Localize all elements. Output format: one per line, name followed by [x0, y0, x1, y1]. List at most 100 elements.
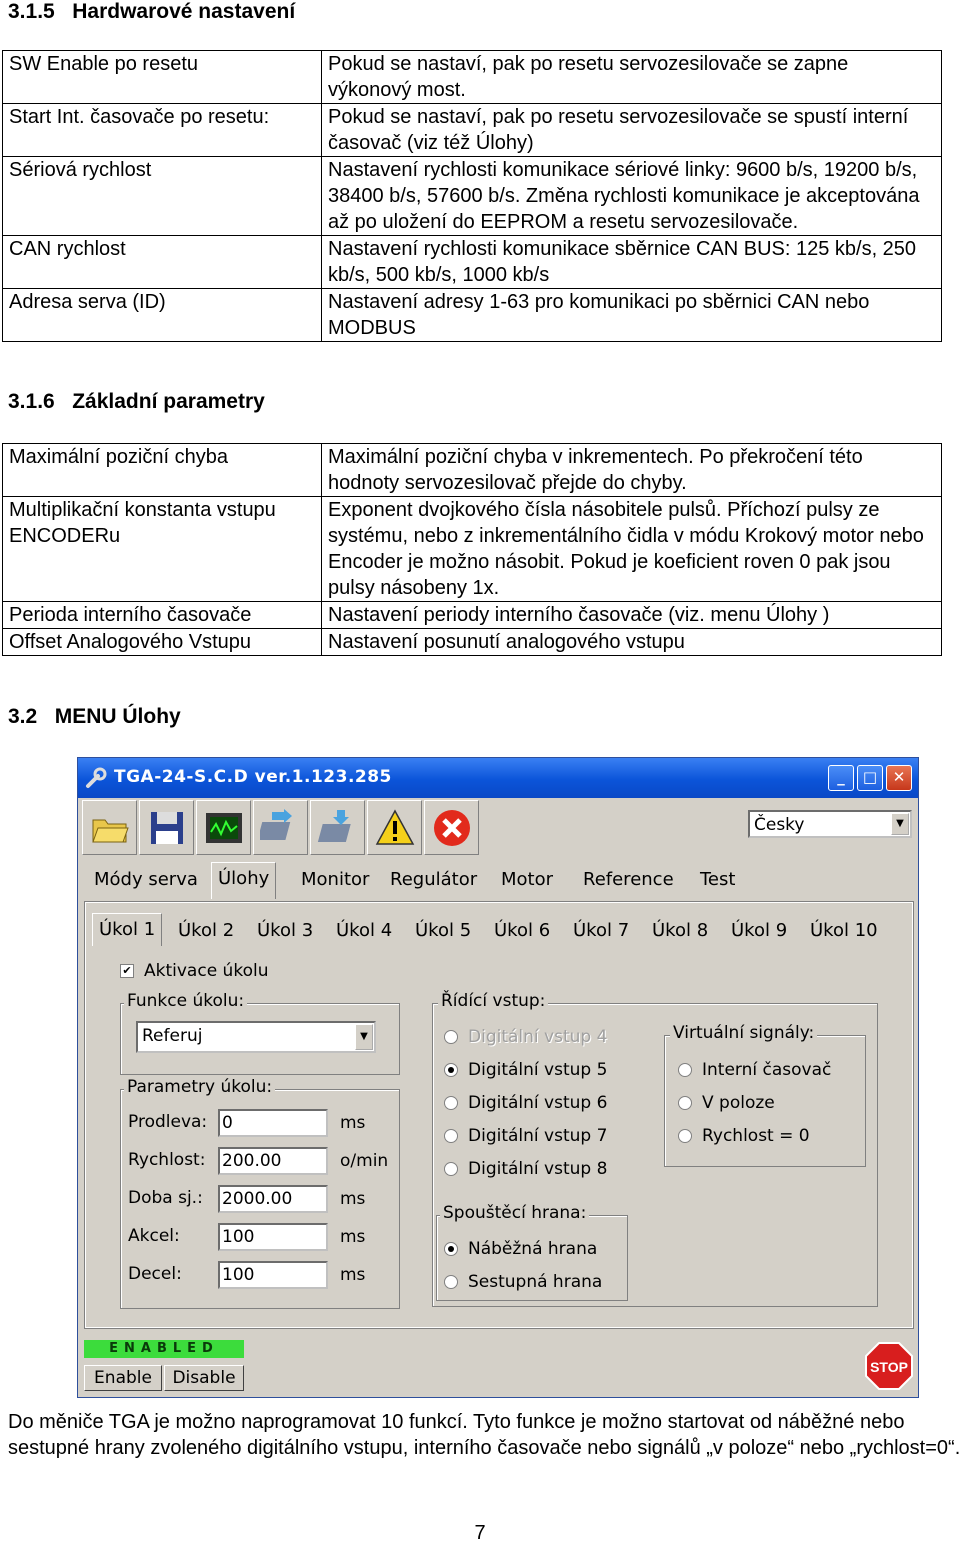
tab-ukol-8[interactable]: Úkol 8 — [646, 915, 714, 947]
param-name: Adresa serva (ID) — [2, 288, 322, 342]
param-desc: Maximální poziční chyba v inkrementech. … — [321, 443, 942, 497]
radio-label: Náběžná hrana — [468, 1239, 598, 1259]
enabled-status: ENABLED — [84, 1340, 244, 1358]
stop-button[interactable]: STOP — [864, 1341, 914, 1391]
param-label: Decel: — [128, 1264, 182, 1284]
param-label: Doba sj.: — [128, 1188, 203, 1208]
page-number: 7 — [474, 1522, 486, 1544]
duration-input[interactable]: 2000.00 — [218, 1185, 328, 1213]
radio-digital-input-7[interactable]: Digitální vstup 7 — [444, 1126, 607, 1146]
table-row: Adresa serva (ID) Nastavení adresy 1-63 p… — [2, 288, 942, 342]
activate-task-checkbox[interactable]: ✔ Aktivace úkolu — [120, 961, 268, 981]
tab-ukol-1[interactable]: Úkol 1 — [92, 913, 163, 946]
radio-internal-timer[interactable]: Interní časovač — [678, 1060, 831, 1080]
wrench-icon — [86, 767, 107, 788]
read-device-button[interactable] — [253, 800, 308, 855]
table-row: SW Enable po resetu Pokud se nastaví, pak… — [2, 50, 942, 104]
disable-button[interactable]: Disable — [164, 1365, 244, 1391]
tab-ukol-6[interactable]: Úkol 6 — [488, 915, 556, 947]
radio-selected-icon — [444, 1242, 458, 1256]
close-button[interactable]: ✕ — [886, 765, 912, 791]
param-name: Offset Analogového Vstupu — [2, 628, 322, 656]
save-button[interactable] — [139, 800, 194, 855]
task-function-select[interactable]: Referuj ▼ — [136, 1021, 376, 1053]
task-panel: Úkol 1 Úkol 2 Úkol 3 Úkol 4 Úkol 5 Úkol … — [84, 901, 914, 1329]
activate-label: Aktivace úkolu — [144, 961, 269, 981]
radio-label: Digitální vstup 5 — [468, 1060, 608, 1080]
floppy-disk-icon — [150, 811, 183, 844]
tab-monitor[interactable]: Monitor — [295, 864, 375, 896]
error-button[interactable] — [424, 800, 479, 855]
tab-ukol-3[interactable]: Úkol 3 — [251, 915, 319, 947]
warning-button[interactable] — [367, 800, 422, 855]
radio-rising-edge[interactable]: Náběžná hrana — [444, 1239, 597, 1259]
tab-mody-serva[interactable]: Módy serva — [88, 864, 204, 896]
param-name: Sériová rychlost — [2, 156, 322, 236]
enable-button[interactable]: Enable — [84, 1365, 162, 1391]
hardware-settings-table: SW Enable po resetu Pokud se nastaví, pak… — [2, 50, 942, 342]
minimize-button[interactable]: _ — [828, 765, 854, 791]
section-title: Hardwarové nastavení — [72, 0, 296, 23]
tab-regulator[interactable]: Regulátor — [384, 864, 483, 896]
section-heading-32: 3.2 MENU Úlohy — [8, 705, 181, 729]
chip-arrow-icon — [317, 809, 351, 842]
param-unit: ms — [340, 1189, 366, 1209]
basic-params-table: Maximální poziční chyba Maximální poziční… — [2, 443, 942, 656]
write-device-button[interactable] — [310, 800, 365, 855]
delay-input[interactable]: 0 — [218, 1109, 328, 1137]
decel-input[interactable]: 100 — [218, 1261, 328, 1289]
tab-ukol-4[interactable]: Úkol 4 — [330, 915, 398, 947]
tab-motor[interactable]: Motor — [495, 864, 559, 896]
section-number: 3.1.5 — [8, 0, 55, 23]
tab-reference[interactable]: Reference — [577, 864, 680, 896]
radio-icon — [444, 1162, 458, 1176]
accel-input[interactable]: 100 — [218, 1223, 328, 1251]
section-number: 3.2 — [8, 705, 38, 728]
radio-label: Rychlost = 0 — [702, 1126, 810, 1146]
scope-button[interactable] — [196, 800, 251, 855]
radio-label: V poloze — [702, 1093, 775, 1113]
radio-digital-input-4: Digitální vstup 4 — [444, 1027, 607, 1047]
task-function-label: Funkce úkolu: — [124, 991, 248, 1011]
description-paragraph: Do měniče TGA je možno naprogramovat 10 … — [8, 1411, 960, 1459]
warning-icon — [375, 808, 414, 845]
radio-icon — [444, 1275, 458, 1289]
tab-test[interactable]: Test — [694, 864, 741, 896]
open-folder-button[interactable] — [82, 800, 137, 855]
param-desc: Nastavení periody interního časovače (vi… — [321, 601, 942, 629]
control-input-label: Řídící vstup: — [438, 991, 549, 1011]
radio-icon — [678, 1129, 692, 1143]
chip-arrow-icon — [259, 808, 292, 840]
radio-icon — [444, 1030, 458, 1044]
param-desc: Nastavení rychlosti komunikace sériové l… — [321, 156, 942, 236]
speed-input[interactable]: 200.00 — [218, 1147, 328, 1175]
radio-digital-input-5[interactable]: Digitální vstup 5 — [444, 1060, 607, 1080]
table-row: Start Int. časovače po resetu: Pokud se n… — [2, 103, 942, 157]
maximize-button[interactable]: □ — [857, 765, 883, 791]
tab-ukol-7[interactable]: Úkol 7 — [567, 915, 635, 947]
tab-ukol-2[interactable]: Úkol 2 — [172, 915, 240, 947]
radio-label: Digitální vstup 8 — [468, 1159, 608, 1179]
language-select[interactable]: Česky ▼ — [748, 810, 912, 838]
table-row: CAN rychlost Nastavení rychlosti komunika… — [2, 235, 942, 289]
tab-ukol-9[interactable]: Úkol 9 — [725, 915, 793, 947]
radio-digital-input-8[interactable]: Digitální vstup 8 — [444, 1159, 607, 1179]
param-unit: ms — [340, 1227, 366, 1247]
table-row: Sériová rychlost Nastavení rychlosti komu… — [2, 156, 942, 236]
radio-in-position[interactable]: V poloze — [678, 1093, 775, 1113]
tab-ulohy[interactable]: Úlohy — [211, 862, 277, 899]
radio-digital-input-6[interactable]: Digitální vstup 6 — [444, 1093, 607, 1113]
task-params-label: Parametry úkolu: — [124, 1077, 276, 1097]
virtual-signals-label: Virtuální signály: — [670, 1023, 818, 1043]
chevron-down-icon[interactable]: ▼ — [355, 1024, 373, 1050]
radio-label: Digitální vstup 7 — [468, 1126, 608, 1146]
radio-falling-edge[interactable]: Sestupná hrana — [444, 1272, 602, 1292]
chevron-down-icon[interactable]: ▼ — [891, 813, 909, 835]
tab-ukol-5[interactable]: Úkol 5 — [409, 915, 477, 947]
tab-ukol-10[interactable]: Úkol 10 — [804, 915, 884, 947]
table-row: Perioda interního časovače Nastavení peri… — [2, 601, 942, 629]
radio-icon — [678, 1096, 692, 1110]
radio-icon — [444, 1096, 458, 1110]
radio-speed-zero[interactable]: Rychlost = 0 — [678, 1126, 810, 1146]
checkbox-icon: ✔ — [120, 964, 134, 978]
